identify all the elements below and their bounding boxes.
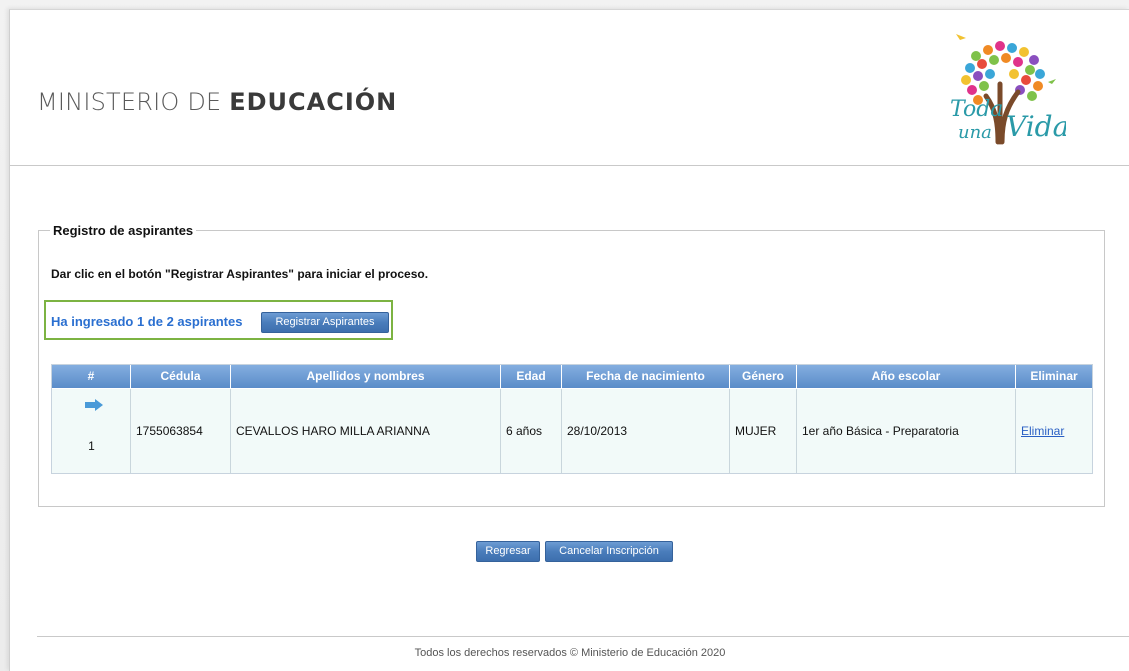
col-header-anio: Año escolar (797, 365, 1016, 388)
toda-una-vida-logo: Toda una Vida (950, 34, 1066, 145)
panel-legend: Registro de aspirantes (50, 223, 197, 238)
footer-copyright: Todos los derechos reservados © Minister… (414, 647, 726, 659)
cancelar-inscripcion-button[interactable]: Cancelar Inscripción (545, 541, 673, 562)
anio-value: 1er año Básica - Preparatoria (802, 424, 959, 438)
svg-text:Toda: Toda (950, 97, 1003, 122)
edad-value: 6 años (506, 424, 543, 438)
page-window: MINISTERIO DE EDUCACIÓN Toda una Vida Re… (9, 9, 1129, 671)
cell-genero: MUJER (730, 389, 797, 473)
aspirants-table: # Cédula Apellidos y nombres Edad Fecha … (51, 364, 1093, 474)
cell-edad: 6 años (501, 389, 562, 473)
nombre-value: CEVALLOS HARO MILLA ARIANNA (236, 424, 430, 438)
col-header-fecha: Fecha de nacimiento (562, 365, 730, 388)
ministry-brand: MINISTERIO DE EDUCACIÓN (37, 88, 397, 116)
eliminar-link[interactable]: Eliminar (1016, 424, 1064, 438)
instructions-text: Dar clic en el botón "Registrar Aspirant… (51, 267, 429, 281)
cell-eliminar: Eliminar (1016, 389, 1092, 473)
row-number: 1 (88, 439, 95, 453)
cell-fecha: 28/10/2013 (562, 389, 730, 473)
col-header-nombres: Apellidos y nombres (231, 365, 501, 388)
col-header-number: # (52, 365, 131, 388)
footer-divider (37, 636, 1129, 637)
fecha-value: 28/10/2013 (567, 424, 628, 438)
col-header-cedula: Cédula (131, 365, 231, 388)
brand-prefix: MINISTERIO DE (37, 88, 230, 116)
cell-number: 1 (52, 389, 131, 473)
arrow-right-icon[interactable] (85, 399, 103, 411)
table-header: # Cédula Apellidos y nombres Edad Fecha … (52, 365, 1092, 388)
col-header-genero: Género (730, 365, 797, 388)
table-row: 1 1755063854 CEVALLOS HARO MILLA ARIANNA… (52, 389, 1092, 473)
col-header-edad: Edad (501, 365, 562, 388)
cell-cedula: 1755063854 (131, 389, 231, 473)
genero-value: MUJER (735, 424, 777, 438)
regresar-button[interactable]: Regresar (476, 541, 540, 562)
header: MINISTERIO DE EDUCACIÓN Toda una Vida (10, 10, 1129, 166)
cell-anio: 1er año Básica - Preparatoria (797, 389, 1016, 473)
aspirants-count: Ha ingresado 1 de 2 aspirantes (51, 314, 243, 329)
register-aspirants-button[interactable]: Registrar Aspirantes (261, 312, 389, 333)
col-header-eliminar: Eliminar (1030, 369, 1078, 383)
cedula-value: 1755063854 (136, 424, 203, 438)
svg-text:una: una (958, 122, 992, 143)
svg-text:Vida: Vida (1006, 110, 1066, 143)
cell-nombre: CEVALLOS HARO MILLA ARIANNA (231, 389, 501, 473)
brand-bold: EDUCACIÓN (229, 88, 398, 116)
